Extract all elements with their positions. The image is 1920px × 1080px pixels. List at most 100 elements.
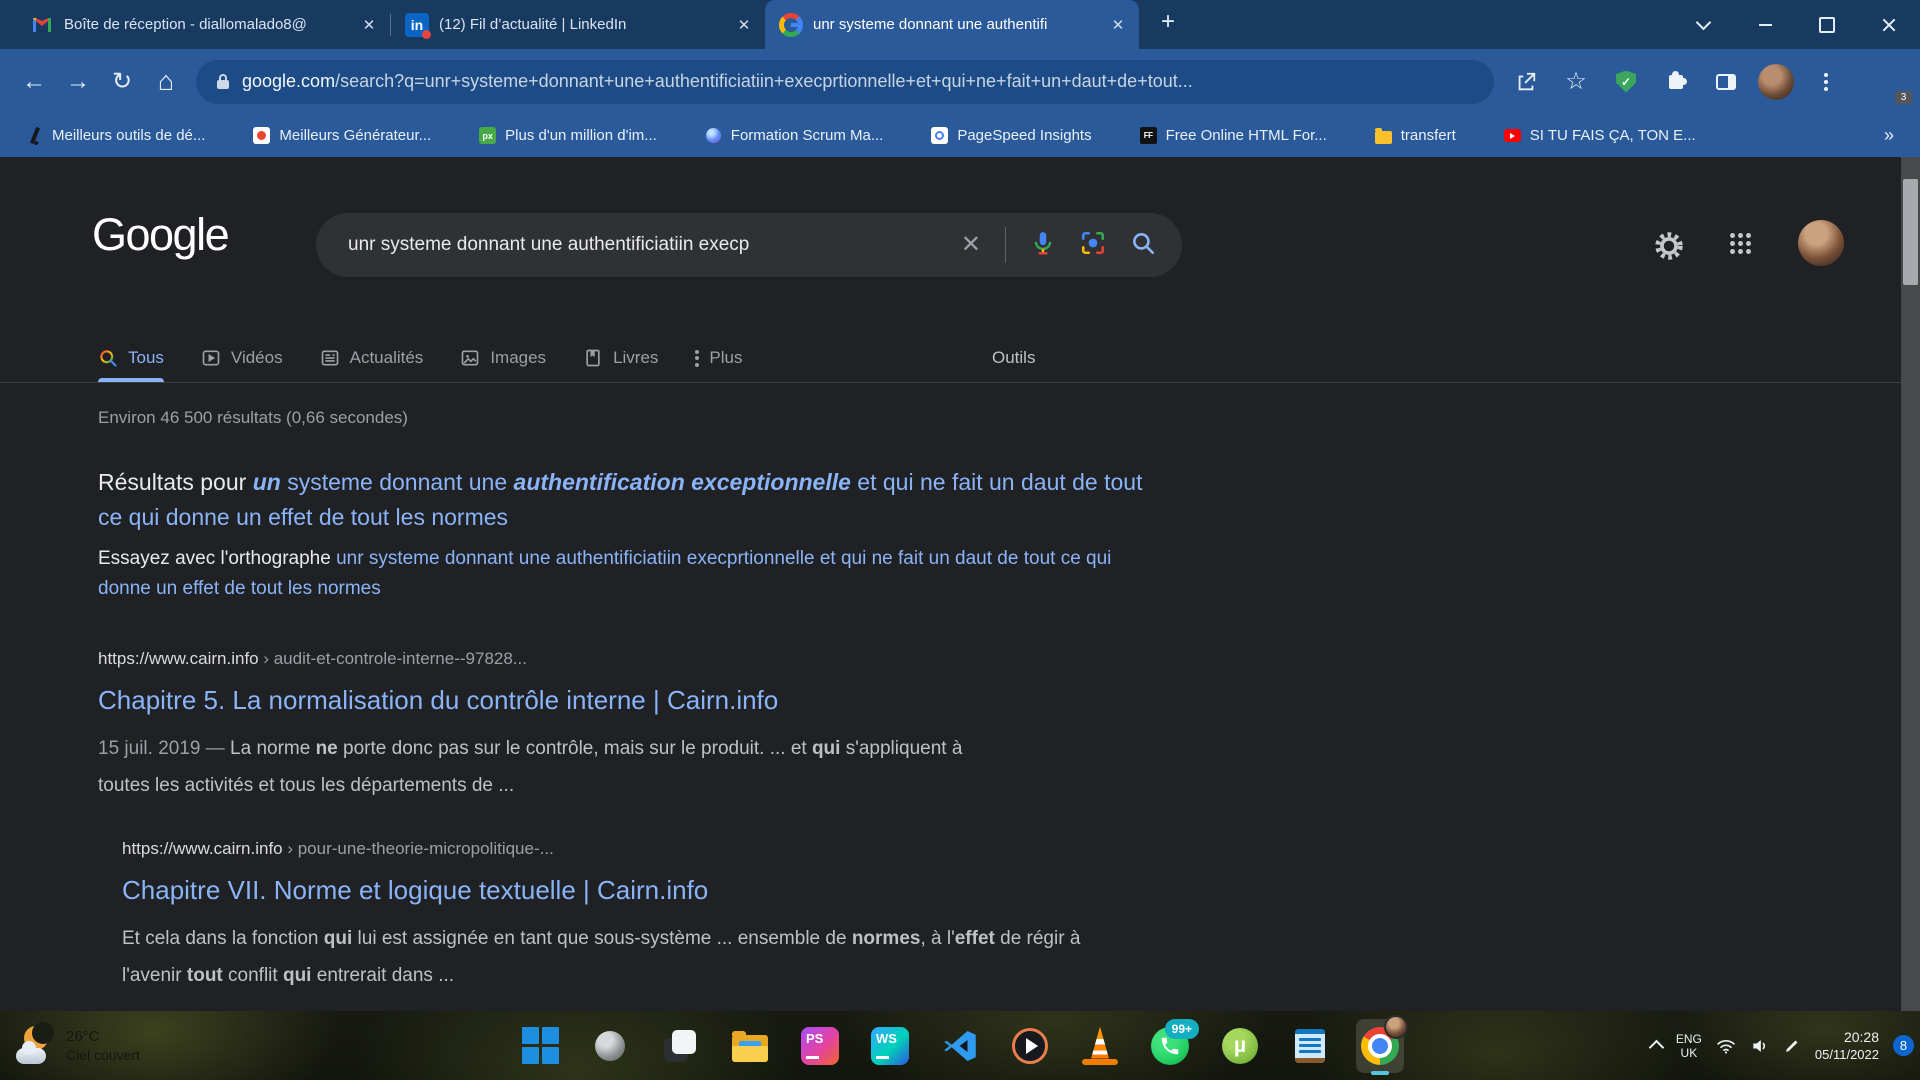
window-controls [1672,0,1920,49]
bookmark-item[interactable]: Meilleurs outils de dé... [26,127,205,144]
search-orb-icon [595,1031,625,1061]
video-icon [201,348,221,368]
bookmark-item[interactable]: pxPlus d'un million d'im... [479,127,657,144]
breadcrumb[interactable]: https://www.cairn.info › pour-une-theori… [122,839,1084,859]
bookmarks-overflow-button[interactable]: » [1884,125,1894,146]
result-title-link[interactable]: Chapitre VII. Norme et logique textuelle… [122,875,1084,906]
maximize-icon [1819,17,1835,33]
try-spelling-line[interactable]: Essayez avec l'orthographe unr systeme d… [98,544,1160,604]
file-explorer-button[interactable] [726,1018,774,1074]
adblock-extension-button[interactable]: ✓ 3 [1604,60,1648,104]
search-orb-button[interactable] [586,1018,634,1074]
tab-close-icon[interactable]: ✕ [733,14,755,36]
chevron-up-icon[interactable] [1649,1040,1665,1056]
utorrent-button[interactable]: µ [1216,1018,1264,1074]
bookmark-item[interactable]: SI TU FAIS ÇA, TON E... [1504,127,1696,144]
tab-close-icon[interactable]: ✕ [358,14,380,36]
media-player-button[interactable] [1006,1018,1054,1074]
extensions-button[interactable] [1654,60,1698,104]
tab-videos[interactable]: Vidéos [201,334,283,382]
reload-button[interactable]: ↻ [100,60,144,104]
task-view-button[interactable] [656,1018,704,1074]
bookmark-item[interactable]: Formation Scrum Ma... [705,127,884,144]
phpstorm-button[interactable]: PS [796,1018,844,1074]
clear-search-icon[interactable]: ✕ [961,233,981,257]
tools-button[interactable]: Outils [992,334,1035,382]
news-icon [320,348,340,368]
breadcrumb[interactable]: https://www.cairn.info › audit-et-contro… [98,649,993,669]
minimize-button[interactable] [1734,0,1796,49]
spelling-block: Résultats pour un systeme donnant une au… [98,465,1143,604]
maximize-button[interactable] [1796,0,1858,49]
webstorm-button[interactable]: WS [866,1018,914,1074]
account-avatar[interactable] [1798,220,1844,266]
whatsapp-icon: 99+ [1151,1027,1189,1065]
result-title-link[interactable]: Chapitre 5. La normalisation du contrôle… [98,685,993,716]
search-input[interactable] [346,233,961,257]
address-bar[interactable]: google.com/search?q=unr+systeme+donnant+… [196,60,1494,104]
result-stats: Environ 46 500 résultats (0,66 secondes) [98,408,408,428]
gem-icon [705,127,722,144]
tab-plus[interactable]: Plus [695,334,742,382]
play-icon [1012,1028,1048,1064]
voice-search-icon[interactable] [1030,230,1056,261]
tab-gmail[interactable]: Boîte de réception - diallomalado8@ ✕ [16,0,390,49]
close-button[interactable] [1858,0,1920,49]
bookmark-item[interactable]: PageSpeed Insights [931,127,1091,144]
pen-icon[interactable] [1784,1037,1801,1054]
wifi-icon[interactable] [1716,1036,1736,1056]
whatsapp-button[interactable]: 99+ [1146,1018,1194,1074]
new-tab-button[interactable]: + [1153,7,1183,37]
tab-actualites[interactable]: Actualités [320,334,424,382]
tab-title: (12) Fil d’actualité | LinkedIn [439,16,723,33]
search-box[interactable]: ✕ [316,213,1182,277]
scrollbar-thumb[interactable] [1903,179,1918,285]
notepad-button[interactable] [1286,1018,1334,1074]
tab-livres[interactable]: Livres [583,334,658,382]
search-submit-icon[interactable] [1130,230,1156,261]
bookmark-item[interactable]: FFFree Online HTML For... [1140,127,1327,144]
taskbar-apps: PS WS 99+ µ [0,1011,1920,1080]
lock-icon[interactable] [216,73,230,91]
google-logo[interactable]: Google [92,209,228,261]
results-for-line[interactable]: Résultats pour un systeme donnant une au… [98,465,1143,535]
notification-badge[interactable]: 8 [1893,1035,1914,1056]
vlc-button[interactable] [1076,1018,1124,1074]
tab-search-button[interactable] [1672,0,1734,49]
forward-button[interactable]: → [56,60,100,104]
chrome-button[interactable] [1356,1018,1404,1074]
whatsapp-badge: 99+ [1165,1019,1199,1039]
tab-google-search-active[interactable]: unr systeme donnant une authentifi ✕ [765,0,1139,49]
vscode-icon [942,1028,978,1064]
avatar [1758,64,1794,100]
vscode-button[interactable] [936,1018,984,1074]
share-button[interactable] [1504,60,1548,104]
gear-icon [1652,229,1686,263]
browser-profile-button[interactable] [1754,60,1798,104]
language-switcher[interactable]: ENG UK [1676,1032,1702,1060]
browser-menu-button[interactable] [1804,60,1848,104]
google-apps-button[interactable] [1730,233,1751,254]
bookmark-item[interactable]: transfert [1375,127,1456,144]
bookmark-star-button[interactable]: ☆ [1554,60,1598,104]
url-text[interactable]: google.com/search?q=unr+systeme+donnant+… [242,71,1193,92]
start-button[interactable] [516,1018,564,1074]
home-button[interactable]: ⌂ [144,60,188,104]
phpstorm-icon: PS [801,1027,839,1065]
tab-close-icon[interactable]: ✕ [1107,14,1129,36]
pagespeed-icon [931,127,948,144]
page-scrollbar[interactable] [1901,157,1920,1011]
bookmark-item[interactable]: Meilleurs Générateur... [253,127,431,144]
search-result: https://www.cairn.info › audit-et-contro… [98,649,993,804]
back-button[interactable]: ← [12,60,56,104]
tab-images[interactable]: Images [460,334,546,382]
clock[interactable]: 20:28 05/11/2022 [1815,1029,1879,1063]
lens-camera-icon[interactable] [1080,230,1106,261]
volume-icon[interactable] [1750,1036,1770,1056]
system-tray: ENG UK 20:28 05/11/2022 8 [1651,1011,1914,1080]
tab-title: unr systeme donnant une authentifi [813,16,1097,33]
tab-linkedin[interactable]: in (12) Fil d’actualité | LinkedIn ✕ [391,0,765,49]
settings-button[interactable] [1652,229,1686,268]
tab-tous[interactable]: Tous [98,334,164,382]
side-panel-button[interactable] [1704,60,1748,104]
